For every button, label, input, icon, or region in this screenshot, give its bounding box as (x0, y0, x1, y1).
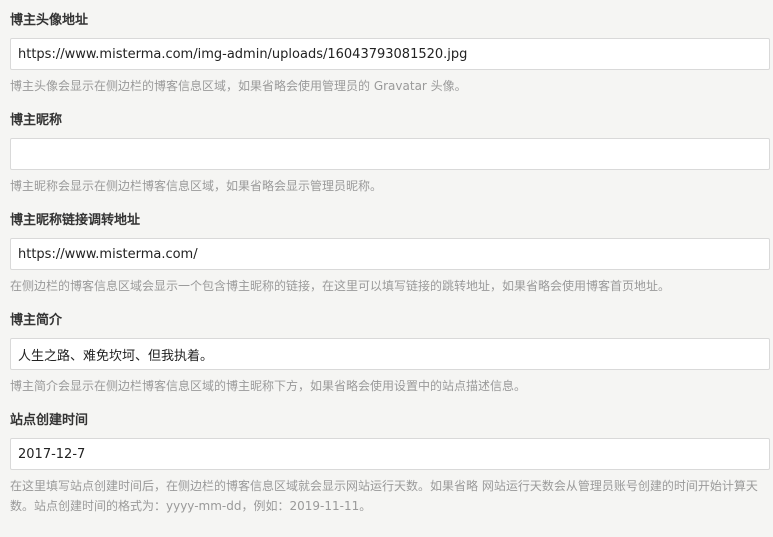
bio-input[interactable] (10, 338, 770, 370)
nickname-link-label: 博主昵称链接调转地址 (10, 213, 141, 228)
nickname-input[interactable] (10, 138, 770, 170)
nickname-link-help: 在侧边栏的博客信息区域会显示一个包含博主昵称的链接，在这里可以填写链接的跳转地址… (10, 279, 671, 293)
avatar-url-input[interactable] (10, 38, 770, 70)
bio-help: 博主简介会显示在侧边栏博客信息区域的博主昵称下方，如果省略会使用设置中的站点描述… (10, 379, 527, 393)
site-created-input[interactable] (10, 438, 770, 470)
nickname-link-input[interactable] (10, 238, 770, 270)
avatar-url-help: 博主头像会显示在侧边栏的博客信息区域，如果省略会使用管理员的 Gravatar … (10, 79, 467, 93)
site-created-help: 在这里填写站点创建时间后，在侧边栏的博客信息区域就会显示网站运行天数。如果省略 … (10, 479, 758, 513)
avatar-url-label: 博主头像地址 (10, 13, 89, 28)
nickname-label: 博主昵称 (10, 113, 63, 128)
nickname-help: 博主昵称会显示在侧边栏博客信息区域，如果省略会显示管理员昵称。 (10, 179, 383, 193)
bio-label: 博主简介 (10, 313, 63, 328)
site-created-label: 站点创建时间 (10, 413, 89, 428)
